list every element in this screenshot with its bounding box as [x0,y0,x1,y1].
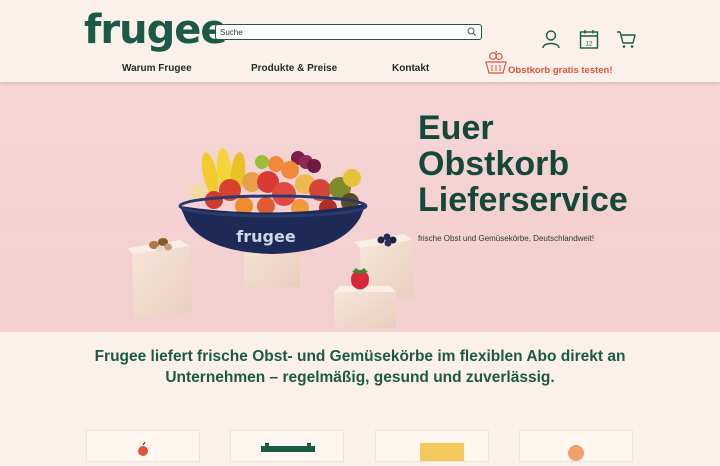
nav-kontakt[interactable]: Kontakt [392,63,429,74]
logo[interactable]: frugee [84,4,227,56]
site-header: frugee 12 Warum Frugee Produkte & Preise… [0,0,720,82]
pedestal-box [334,286,396,328]
calendar-card-icon [420,443,464,463]
nav-warum-frugee[interactable]: Warum Frugee [122,63,192,74]
strawberry [351,268,369,290]
feature-card[interactable] [86,430,200,462]
trial-cta-button[interactable]: Obstkorb gratis testen! [484,48,614,78]
search-input[interactable] [220,25,460,39]
trial-cta-label: Obstkorb gratis testen! [508,65,613,76]
box-icon [261,443,315,452]
calendar-icon-text: 12 [586,42,593,48]
fruit-bowl: frugee [178,148,368,254]
hero-subtitle: frische Obst und Gemüsekörbe, Deutschlan… [418,234,595,243]
feature-card[interactable] [375,430,489,463]
hero-title-line: Lieferservice [418,181,628,219]
fruit-icon [138,441,148,456]
search-icon[interactable] [467,27,477,37]
intro-tagline: Frugee liefert frische Obst- und Gemüsek… [94,348,626,386]
hero-banner: frugee Euer Obstkorb Lieferservice frisc… [0,82,720,332]
fruit-basket-icon [485,50,507,74]
orange-icon [568,445,584,461]
hero-title-line: Obstkorb [418,145,570,183]
feature-card[interactable] [230,430,344,462]
feature-card[interactable] [519,430,633,462]
user-icon[interactable] [540,28,562,50]
hero-title-line: Euer [418,109,494,147]
bowl-logo-text: frugee [236,227,296,246]
calendar-icon[interactable]: 12 [578,28,600,50]
hero-title: Euer Obstkorb Lieferservice [418,110,628,218]
cart-icon[interactable] [615,28,637,50]
search-box [215,24,482,40]
nav-produkte-preise[interactable]: Produkte & Preise [251,63,337,74]
